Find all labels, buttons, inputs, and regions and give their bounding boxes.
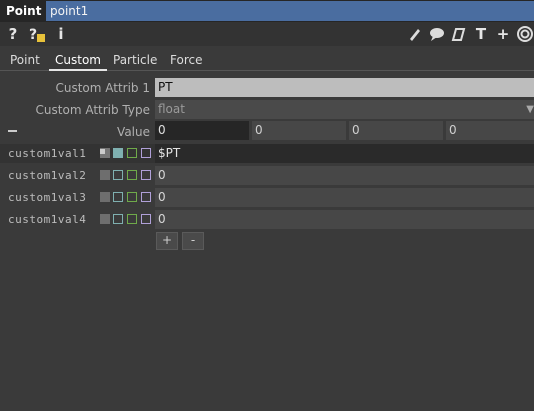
custom-val-input[interactable]: 0 [155,166,534,185]
clone-icon[interactable] [450,25,468,43]
bind-icon[interactable] [141,170,151,180]
add-icon[interactable]: + [494,25,512,43]
expression-icon[interactable] [113,214,123,224]
custom-val-label: custom1val4 [8,213,87,226]
svg-text:?: ? [29,27,37,43]
export-icon[interactable] [127,148,137,158]
dropdown-value: float [158,102,185,116]
python-help-icon[interactable]: ? [28,25,46,43]
lock-icon[interactable] [100,148,110,158]
tab-particle[interactable]: Particle [107,51,163,69]
edit-icon[interactable] [406,25,424,43]
custom-val-input[interactable]: $PT [155,144,534,163]
custom-val-label: custom1val3 [8,191,87,204]
custom-val-input[interactable]: 0 [155,188,534,207]
info-icon[interactable]: i [52,25,70,43]
custom-val-input[interactable]: 0 [155,210,534,229]
remove-row-button[interactable]: - [182,232,204,250]
custom-val-label: custom1val2 [8,169,87,182]
expression-icon[interactable] [113,148,123,158]
custom-val-label: custom1val1 [8,147,87,160]
custom-attrib-type-label: Custom Attrib Type [35,103,150,117]
export-icon[interactable] [127,170,137,180]
add-row-button[interactable]: + [156,232,178,250]
tab-custom[interactable]: Custom [49,51,107,71]
lock-icon[interactable] [100,192,110,202]
parameter-tabs: Point Custom Particle Force [0,48,534,71]
toolbar: ? ? i T + [0,22,534,46]
export-icon[interactable] [127,214,137,224]
tab-point[interactable]: Point [4,51,46,69]
comment-icon[interactable] [428,25,446,43]
custom-attrib-name-input[interactable]: PT [155,78,534,97]
dropdown-arrow-icon: ▼ [526,104,534,115]
title-bar: Point point1 [0,0,534,22]
expression-icon[interactable] [113,170,123,180]
value-field-1[interactable]: 0 [155,121,249,140]
value-field-3[interactable]: 0 [349,121,443,140]
operator-type: Point [6,4,42,18]
value-field-4[interactable]: 0 [446,121,534,140]
help-icon[interactable]: ? [4,25,22,43]
bind-icon[interactable] [141,148,151,158]
text-icon[interactable]: T [472,25,490,43]
bind-icon[interactable] [141,214,151,224]
operator-name-field[interactable]: point1 [46,1,534,21]
export-icon[interactable] [127,192,137,202]
custom-attrib-type-dropdown[interactable]: float ▼ [155,100,534,119]
tab-force[interactable]: Force [164,51,208,69]
bind-icon[interactable] [141,192,151,202]
lock-icon[interactable] [100,170,110,180]
expression-icon[interactable] [113,192,123,202]
custom-attrib-label: Custom Attrib 1 [55,81,150,95]
value-label: Value [117,125,150,139]
lock-icon[interactable] [100,214,110,224]
target-icon[interactable] [516,25,534,43]
value-field-2[interactable]: 0 [252,121,346,140]
